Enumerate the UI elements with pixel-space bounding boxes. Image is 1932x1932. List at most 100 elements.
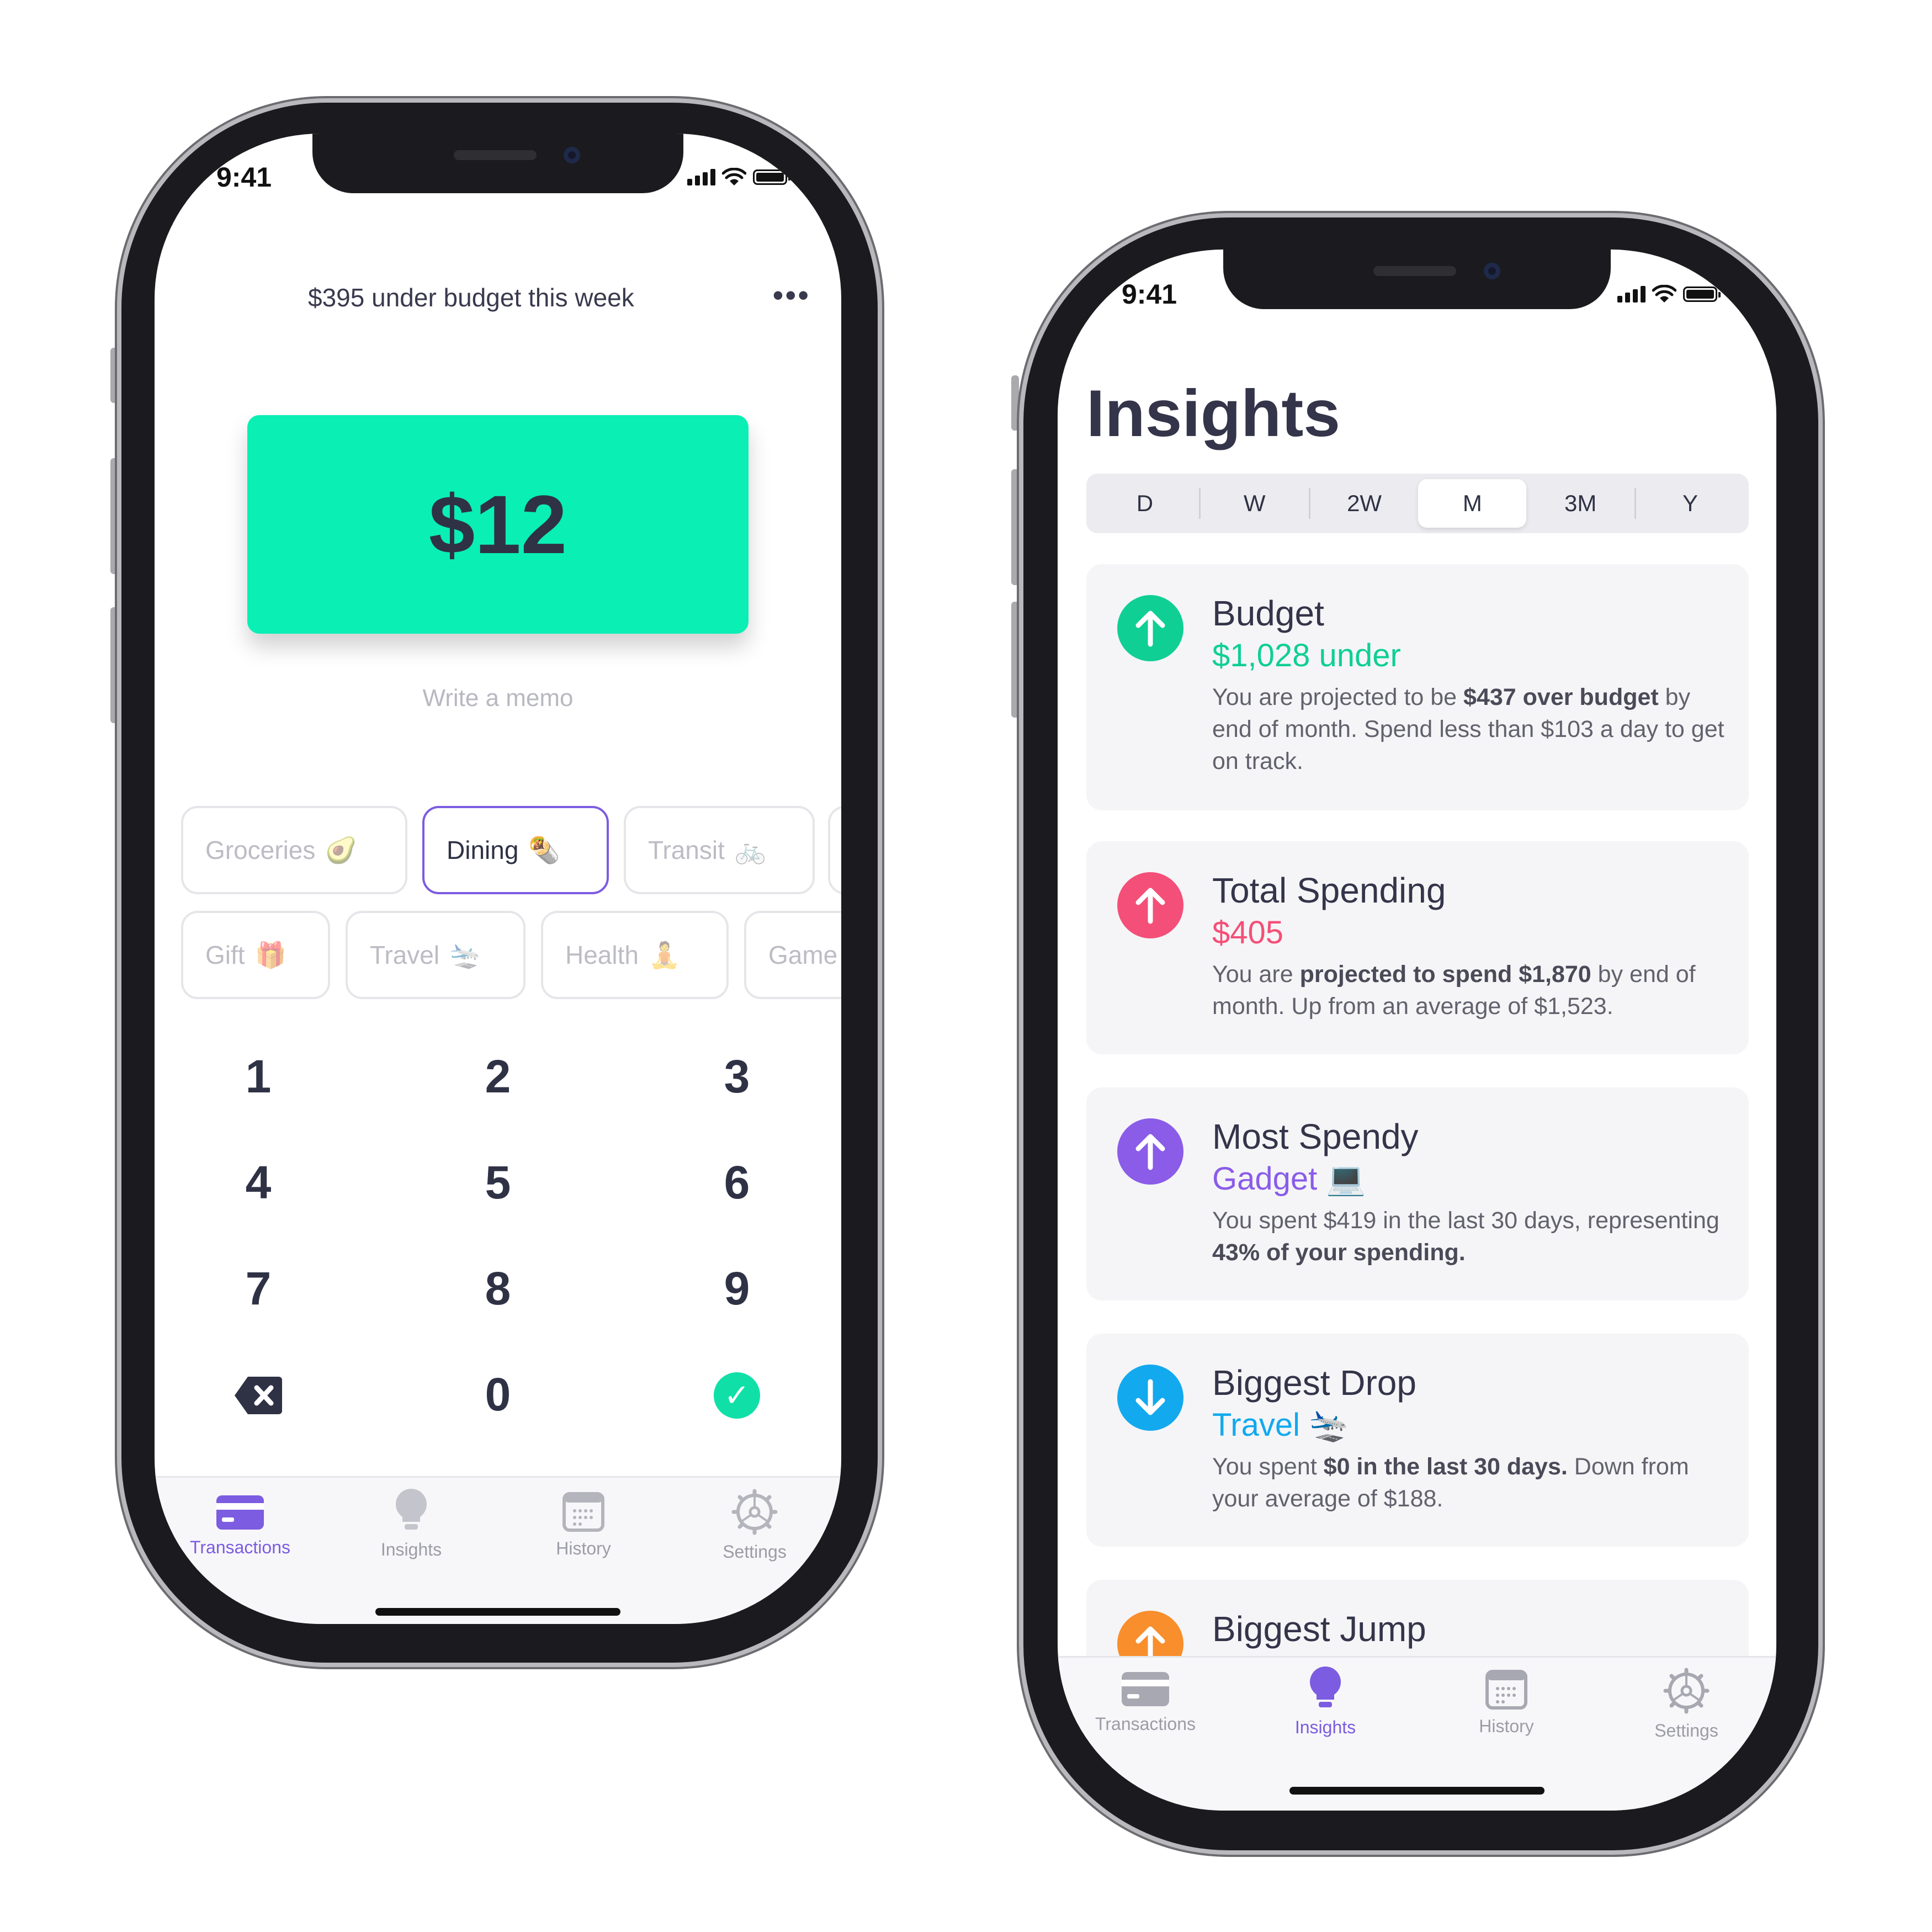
card-title: Biggest Jump	[1212, 1609, 1426, 1649]
calendar-icon	[1485, 1670, 1527, 1710]
chip-label: Gift	[205, 941, 245, 969]
battery-icon	[753, 169, 790, 185]
key-0[interactable]: 0	[443, 1368, 553, 1421]
more-options-button[interactable]: •••	[773, 278, 811, 312]
card-title: Budget	[1212, 593, 1324, 633]
page-title: Insights	[1086, 376, 1341, 450]
value-text: Travel	[1212, 1407, 1300, 1443]
tab-settings[interactable]: Settings	[1617, 1668, 1755, 1741]
silent-switch	[1011, 375, 1019, 431]
arrow-down-icon	[1117, 1365, 1183, 1431]
card-description: You are projected to be $437 over budget…	[1212, 681, 1731, 777]
tab-label: Transactions	[190, 1537, 290, 1557]
tab-transactions[interactable]: Transactions	[171, 1494, 309, 1558]
key-1[interactable]: 1	[203, 1050, 314, 1103]
tab-history[interactable]: History	[1437, 1670, 1575, 1737]
speaker	[454, 150, 537, 160]
arrow-up-icon	[1117, 595, 1183, 661]
insight-card-budget[interactable]: Budget $1,028 under You are projected to…	[1086, 564, 1749, 810]
key-3[interactable]: 3	[682, 1050, 792, 1103]
category-chip-partial[interactable]	[828, 806, 841, 894]
insight-card-total-spending[interactable]: Total Spending $405 You are projected to…	[1086, 841, 1749, 1054]
card-title: Biggest Drop	[1212, 1363, 1416, 1403]
desc-emphasis: 43% of your spending.	[1212, 1239, 1466, 1266]
insight-card-most-spendy[interactable]: Most Spendy Gadget 💻 You spent $419 in t…	[1086, 1087, 1749, 1301]
card-value: Travel 🛬	[1212, 1406, 1349, 1444]
status-icons	[1617, 285, 1721, 304]
category-chip-gift[interactable]: Gift 🎁	[181, 911, 330, 999]
transactions-screen: 9:41 $395 under budget this week ••• $12…	[155, 134, 841, 1624]
insight-card-biggest-drop[interactable]: Biggest Drop Travel 🛬 You spent $0 in th…	[1086, 1334, 1749, 1547]
period-m[interactable]: M	[1418, 479, 1527, 528]
tab-label: History	[1479, 1716, 1534, 1736]
key-8[interactable]: 8	[443, 1262, 553, 1315]
tab-settings[interactable]: Settings	[686, 1489, 824, 1562]
chip-label: Game	[768, 941, 838, 969]
tab-bar: Transactions Insights History Settings	[1058, 1656, 1776, 1811]
status-time: 9:41	[216, 162, 272, 193]
credit-card-icon	[1122, 1672, 1169, 1706]
tab-transactions[interactable]: Transactions	[1076, 1671, 1214, 1734]
chip-label: Groceries	[205, 836, 316, 864]
home-indicator	[375, 1608, 620, 1616]
amount-display: $12	[247, 415, 749, 634]
status-icons	[687, 168, 790, 187]
memo-input[interactable]: Write a memo	[155, 684, 841, 712]
category-chip-travel[interactable]: Travel 🛬	[346, 911, 526, 999]
home-indicator	[1289, 1787, 1544, 1795]
confirm-check-icon[interactable]: ✓	[714, 1372, 760, 1419]
desc-text: You spent $419 in the last 30 days, repr…	[1212, 1207, 1719, 1234]
desc-emphasis: $0 in the last 30 days.	[1323, 1453, 1568, 1480]
desc-emphasis: $437 over budget	[1463, 684, 1659, 710]
category-chip-health[interactable]: Health 🧘	[541, 911, 729, 999]
period-2w[interactable]: 2W	[1310, 479, 1419, 528]
gear-icon	[731, 1489, 778, 1535]
desc-text: You spent	[1212, 1453, 1324, 1480]
volume-up-button	[1011, 469, 1019, 585]
card-description: You spent $0 in the last 30 days. Down f…	[1212, 1451, 1731, 1515]
laptop-icon: 💻	[1326, 1161, 1366, 1197]
meditation-icon: 🧘	[648, 940, 681, 969]
backspace-icon[interactable]	[233, 1376, 283, 1415]
amount-value: $12	[428, 477, 567, 571]
card-value: $405	[1212, 915, 1284, 951]
tab-insights[interactable]: Insights	[342, 1488, 480, 1560]
gift-icon: 🎁	[254, 940, 286, 969]
chip-label: Health	[565, 941, 639, 969]
wifi-icon	[1652, 285, 1676, 302]
tab-label: Settings	[1654, 1721, 1718, 1740]
category-chip-groceries[interactable]: Groceries 🥑	[181, 806, 407, 894]
key-9[interactable]: 9	[682, 1262, 792, 1315]
value-text: Gadget	[1212, 1161, 1318, 1197]
key-5[interactable]: 5	[443, 1156, 553, 1209]
key-6[interactable]: 6	[682, 1156, 792, 1209]
tab-label: Settings	[723, 1542, 787, 1562]
gear-icon	[1663, 1668, 1710, 1714]
bicycle-icon: 🚲	[734, 835, 767, 864]
status-time: 9:41	[1122, 279, 1177, 310]
period-3m[interactable]: 3M	[1526, 479, 1634, 528]
period-w[interactable]: W	[1201, 479, 1309, 528]
airplane-icon: 🛬	[1309, 1407, 1349, 1443]
chip-label: Dining	[447, 836, 519, 864]
tab-history[interactable]: History	[514, 1492, 652, 1559]
tab-bar: Transactions Insights History Settings	[155, 1476, 841, 1624]
desc-text: You are projected to be	[1212, 684, 1464, 710]
lightbulb-icon	[1309, 1666, 1341, 1707]
notch	[312, 134, 683, 193]
period-d[interactable]: D	[1091, 479, 1199, 528]
card-value: $1,028 under	[1212, 638, 1401, 673]
category-chip-game[interactable]: Game	[744, 911, 841, 999]
tab-insights[interactable]: Insights	[1256, 1665, 1394, 1738]
category-chip-transit[interactable]: Transit 🚲	[624, 806, 815, 894]
key-2[interactable]: 2	[443, 1050, 553, 1103]
key-7[interactable]: 7	[203, 1262, 314, 1315]
arrow-up-icon	[1117, 872, 1183, 938]
tab-label: Insights	[380, 1540, 442, 1559]
speaker	[1373, 266, 1456, 276]
wifi-icon	[722, 168, 746, 185]
key-4[interactable]: 4	[203, 1156, 314, 1209]
period-y[interactable]: Y	[1636, 479, 1744, 528]
category-chip-dining[interactable]: Dining 🌯	[422, 806, 609, 894]
desc-text: You are	[1212, 961, 1300, 988]
